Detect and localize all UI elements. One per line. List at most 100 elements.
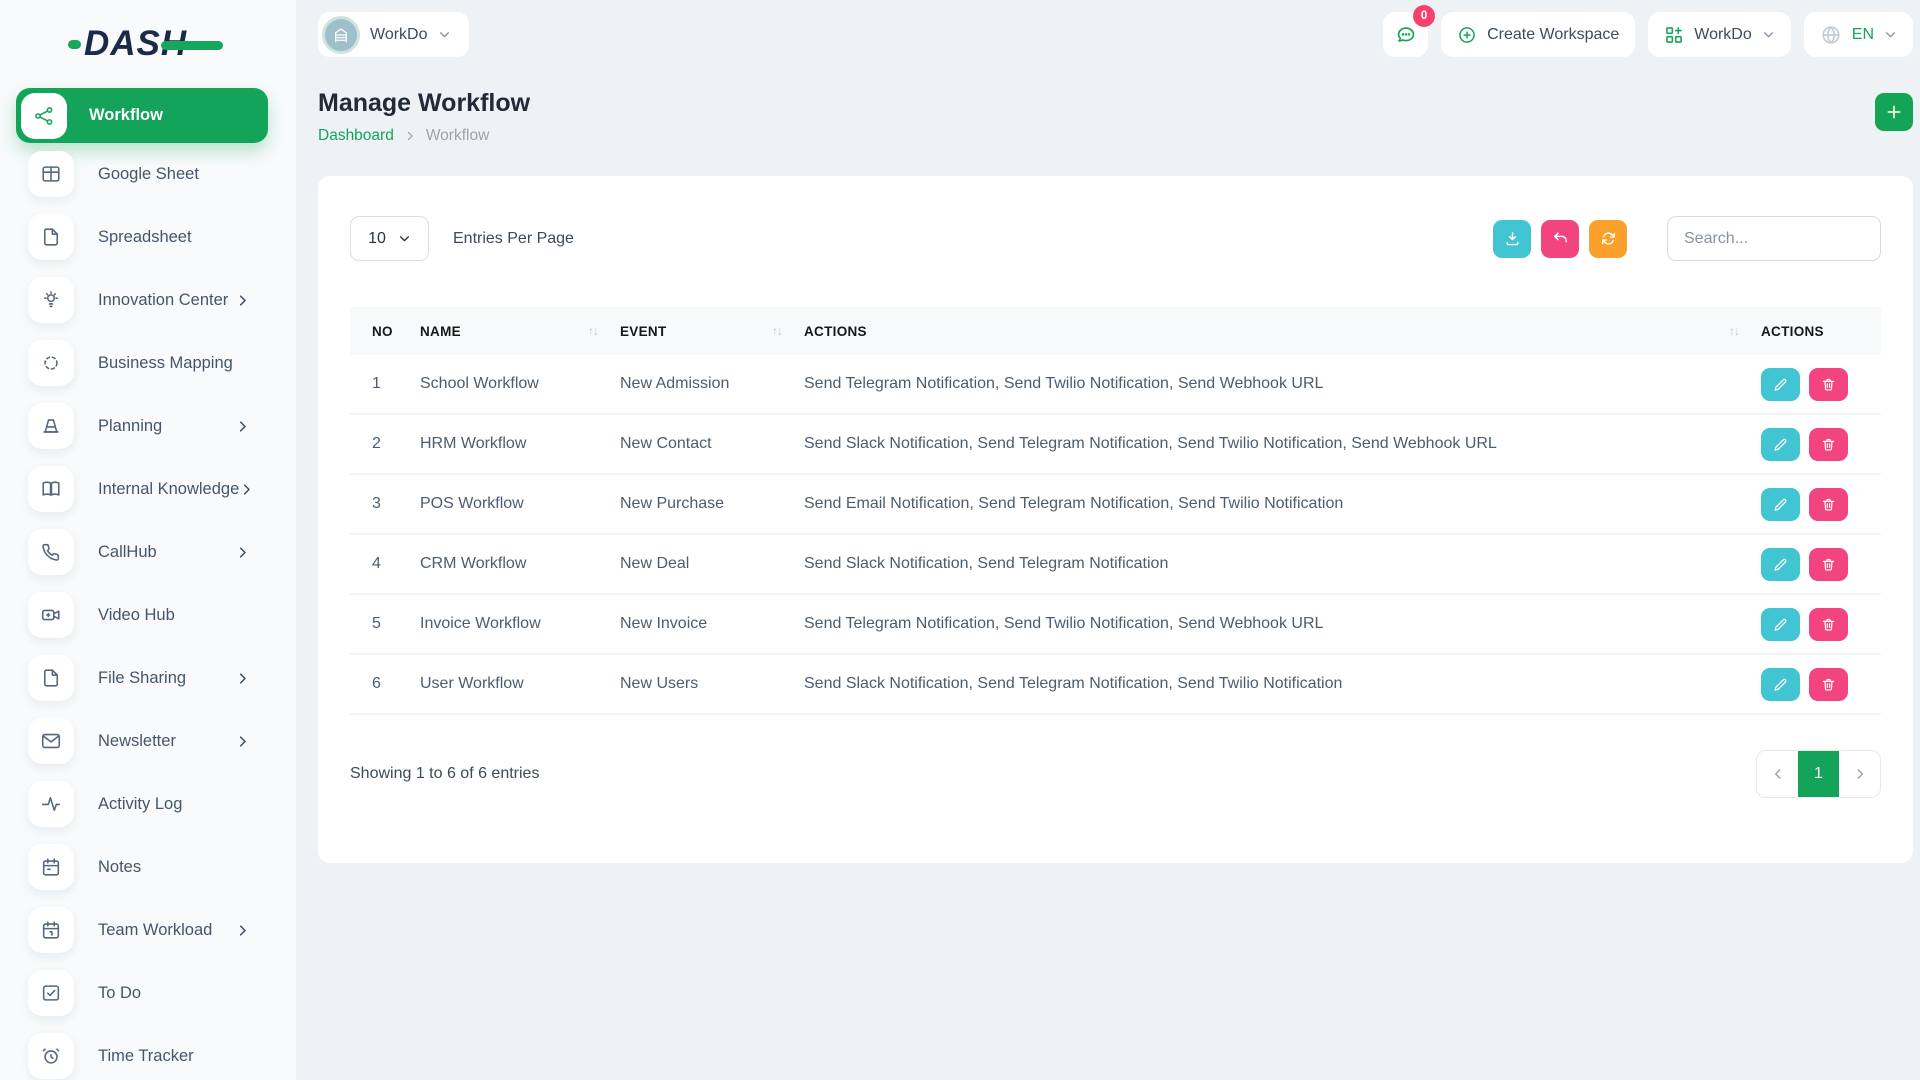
file-icon: [28, 655, 74, 701]
cell-no: 1: [350, 375, 420, 393]
column-header-name[interactable]: NAME ↑↓: [420, 324, 620, 339]
table-footer: Showing 1 to 6 of 6 entries 1: [350, 750, 1881, 798]
sort-icon[interactable]: ↑↓: [1729, 324, 1739, 338]
sidebar-item-business-mapping[interactable]: Business Mapping: [16, 340, 268, 386]
delete-button[interactable]: [1809, 428, 1848, 461]
chevron-down-icon: [438, 28, 451, 41]
sidebar-item-label: Innovation Center: [98, 291, 228, 310]
cell-row-actions: [1761, 488, 1881, 521]
apps-menu-button[interactable]: WorkDo: [1648, 12, 1791, 57]
refresh-button[interactable]: [1589, 220, 1627, 258]
sidebar-item-file-sharing[interactable]: File Sharing: [16, 655, 268, 701]
edit-button[interactable]: [1761, 548, 1800, 581]
pagination-prev-button[interactable]: [1757, 751, 1798, 797]
chevron-right-icon: [235, 419, 250, 434]
breadcrumb-dashboard-link[interactable]: Dashboard: [318, 127, 394, 145]
chevron-right-icon: [235, 293, 250, 308]
file-icon: [28, 214, 74, 260]
cell-name: Invoice Workflow: [420, 615, 620, 633]
sidebar-item-planning[interactable]: Planning: [16, 403, 268, 449]
sidebar-item-activity-log[interactable]: Activity Log: [16, 781, 268, 827]
create-workspace-button[interactable]: Create Workspace: [1441, 12, 1635, 57]
pagination-next-button[interactable]: [1839, 751, 1880, 797]
pencil-icon: [1773, 557, 1788, 572]
delete-button[interactable]: [1809, 668, 1848, 701]
table-toolbar: 10 Entries Per Page: [350, 216, 1881, 261]
delete-button[interactable]: [1809, 488, 1848, 521]
delete-button[interactable]: [1809, 548, 1848, 581]
sidebar-item-label: Workflow: [89, 106, 163, 125]
delete-button[interactable]: [1809, 608, 1848, 641]
delete-button[interactable]: [1809, 368, 1848, 401]
building-icon: [322, 16, 360, 54]
reset-button[interactable]: [1541, 220, 1579, 258]
sidebar-item-notes[interactable]: Notes: [16, 844, 268, 890]
cell-event: New Users: [620, 675, 804, 693]
cell-event: New Admission: [620, 375, 804, 393]
cell-actions: Send Email Notification, Send Telegram N…: [804, 495, 1761, 513]
globe-icon: [1820, 24, 1842, 46]
language-selector[interactable]: EN: [1804, 12, 1913, 57]
sidebar-item-video-hub[interactable]: Video Hub: [16, 592, 268, 638]
edit-button[interactable]: [1761, 668, 1800, 701]
chevron-right-icon: [239, 482, 254, 497]
search-input[interactable]: [1667, 216, 1881, 261]
entries-per-page-select[interactable]: 10: [350, 216, 429, 261]
sidebar-item-label: To Do: [98, 984, 141, 1003]
column-header-no: NO: [350, 324, 420, 339]
chevron-right-icon: [235, 545, 250, 560]
breadcrumb-current: Workflow: [426, 127, 489, 145]
sidebar-item-time-tracker[interactable]: Time Tracker: [16, 1033, 268, 1079]
export-button[interactable]: [1493, 220, 1531, 258]
sidebar-item-callhub[interactable]: CallHub: [16, 529, 268, 575]
logo-dot: [68, 40, 81, 49]
chevron-down-icon: [1762, 28, 1775, 41]
check-square-icon: [28, 970, 74, 1016]
language-label: EN: [1852, 26, 1874, 44]
edit-button[interactable]: [1761, 368, 1800, 401]
pagination-page-1[interactable]: 1: [1798, 751, 1839, 797]
cell-actions: Send Slack Notification, Send Telegram N…: [804, 435, 1761, 453]
cell-name: School Workflow: [420, 375, 620, 393]
refresh-icon: [1600, 230, 1617, 247]
sidebar-item-workflow[interactable]: Workflow: [16, 88, 268, 143]
workspace-selector[interactable]: WorkDo: [318, 12, 469, 57]
sort-icon[interactable]: ↑↓: [588, 324, 598, 338]
cell-no: 5: [350, 615, 420, 633]
column-header-event[interactable]: EVENT ↑↓: [620, 324, 804, 339]
calendar-icon: [28, 844, 74, 890]
logo-dash: [161, 41, 223, 50]
trash-icon: [1821, 497, 1836, 512]
sidebar-item-innovation-center[interactable]: Innovation Center: [16, 277, 268, 323]
chevron-right-icon: [235, 734, 250, 749]
dashed-circle-icon: [28, 340, 74, 386]
column-header-actions[interactable]: ACTIONS ↑↓: [804, 324, 1761, 339]
messages-button[interactable]: 0: [1383, 12, 1428, 57]
sidebar-item-label: Notes: [98, 858, 141, 877]
pencil-icon: [1773, 377, 1788, 392]
undo-icon: [1552, 230, 1569, 247]
sidebar-item-spreadsheet[interactable]: Spreadsheet: [16, 214, 268, 260]
sidebar-item-newsletter[interactable]: Newsletter: [16, 718, 268, 764]
sidebar-item-internal-knowledge[interactable]: Internal Knowledge: [16, 466, 268, 512]
calendar-alt-icon: [28, 907, 74, 953]
workspace-label: WorkDo: [370, 26, 428, 44]
sidebar-item-team-workload[interactable]: Team Workload: [16, 907, 268, 953]
book-icon: [28, 466, 74, 512]
phone-icon: [28, 529, 74, 575]
cell-event: New Purchase: [620, 495, 804, 513]
chevron-right-icon: [235, 923, 250, 938]
lightbulb-icon: [28, 277, 74, 323]
cell-row-actions: [1761, 668, 1881, 701]
sidebar-item-to-do[interactable]: To Do: [16, 970, 268, 1016]
chevron-down-icon: [1884, 28, 1897, 41]
edit-button[interactable]: [1761, 428, 1800, 461]
edit-button[interactable]: [1761, 488, 1800, 521]
cell-event: New Contact: [620, 435, 804, 453]
sort-icon[interactable]: ↑↓: [772, 324, 782, 338]
edit-button[interactable]: [1761, 608, 1800, 641]
chevron-down-icon: [398, 232, 411, 245]
add-workflow-button[interactable]: [1875, 93, 1913, 131]
sidebar-item-google-sheet[interactable]: Google Sheet: [16, 151, 268, 197]
chevron-right-icon: [235, 671, 250, 686]
